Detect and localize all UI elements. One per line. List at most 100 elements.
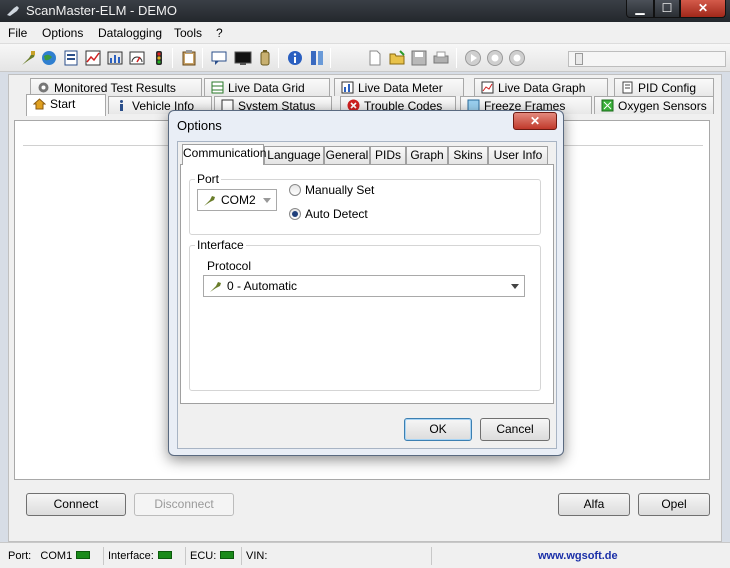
status-ecu: ECU:	[190, 547, 242, 565]
plug-icon	[204, 196, 215, 206]
window-title: ScanMaster-ELM - DEMO	[26, 3, 177, 18]
options-dialog: Options ✕ Communication Language General…	[168, 110, 564, 456]
print-icon[interactable]	[432, 49, 450, 67]
menu-tools[interactable]: Tools	[174, 26, 202, 40]
tab-label: Live Data Grid	[228, 81, 305, 95]
menu-datalogging[interactable]: Datalogging	[98, 26, 162, 40]
radio-manually-set-label: Manually Set	[305, 183, 375, 197]
toolbar	[0, 44, 730, 72]
tab-skins[interactable]: Skins	[448, 146, 488, 164]
tab-pid-config[interactable]: PID Config	[614, 78, 714, 96]
dialog-title: Options	[177, 118, 222, 133]
protocol-label: Protocol	[207, 259, 252, 273]
chat-icon[interactable]	[210, 49, 228, 67]
port-status-led	[76, 551, 91, 559]
menu-options[interactable]: Options	[42, 26, 83, 40]
window-titlebar: ScanMaster-ELM - DEMO ▁ ☐ ✕	[0, 0, 730, 22]
website-link[interactable]: www.wgsoft.de	[538, 547, 618, 565]
communication-panel: Port COM2 Manually Set Auto Detect Inter…	[180, 164, 554, 404]
info-icon	[120, 100, 123, 111]
tab-label: Live Data Graph	[498, 81, 586, 95]
dialog-close-button[interactable]: ✕	[513, 112, 557, 130]
tab-label: Start	[50, 97, 76, 111]
status-vin: VIN:	[246, 547, 432, 565]
monitor-icon[interactable]	[234, 49, 252, 67]
record-icon[interactable]	[486, 49, 504, 67]
info-icon[interactable]	[286, 49, 304, 67]
plug-icon	[210, 282, 221, 292]
globe-icon[interactable]	[40, 49, 58, 67]
interface-label: Interface:	[108, 550, 154, 562]
connect-button[interactable]: Connect	[26, 493, 126, 516]
toolbar-slider[interactable]	[568, 51, 726, 67]
gauge-icon[interactable]	[128, 49, 146, 67]
document-icon[interactable]	[62, 49, 80, 67]
protocol-combo-value: 0 - Automatic	[227, 279, 298, 293]
status-interface: Interface:	[108, 547, 186, 565]
port-combo-value: COM2	[221, 193, 256, 207]
dtc-icon[interactable]	[150, 49, 168, 67]
menu-help[interactable]: ?	[216, 26, 223, 40]
app-plug-icon	[7, 6, 19, 16]
clipboard-icon[interactable]	[180, 49, 198, 67]
radio-circle[interactable]	[289, 184, 301, 196]
grid-icon	[211, 81, 224, 94]
chart-icon	[481, 81, 494, 94]
port-combo[interactable]: COM2	[197, 189, 277, 211]
chevron-down-icon	[263, 198, 271, 203]
meter-icon	[341, 81, 354, 94]
open-folder-icon[interactable]	[388, 49, 406, 67]
tab-oxygen-sensors[interactable]: Oxygen Sensors	[594, 96, 714, 114]
connect-plug-icon[interactable]	[20, 49, 38, 67]
statusbar: Port: COM1 Interface: ECU: VIN: www.wgso…	[0, 542, 730, 568]
radio-manually-set[interactable]: Manually Set	[289, 183, 374, 197]
tab-general[interactable]: General	[324, 146, 370, 164]
database-icon[interactable]	[308, 49, 326, 67]
tab-user-info[interactable]: User Info	[488, 146, 548, 164]
chevron-down-icon	[511, 284, 519, 289]
vin-label: VIN:	[246, 550, 268, 562]
cancel-button[interactable]: Cancel	[480, 418, 550, 441]
save-icon[interactable]	[410, 49, 428, 67]
tab-pids[interactable]: PIDs	[370, 146, 406, 164]
alfa-button[interactable]: Alfa	[558, 493, 630, 516]
battery-icon[interactable]	[256, 49, 274, 67]
stop-icon[interactable]	[508, 49, 526, 67]
port-label: Port:	[8, 550, 32, 562]
tab-language[interactable]: Language	[264, 146, 324, 164]
dialog-body: Communication Language General PIDs Grap…	[177, 141, 557, 449]
opel-button[interactable]: Opel	[638, 493, 710, 516]
tab-start[interactable]: Start	[26, 94, 106, 116]
close-button[interactable]: ✕	[680, 0, 726, 18]
new-file-icon[interactable]	[366, 49, 384, 67]
ok-button[interactable]: OK	[404, 418, 472, 441]
meter-icon[interactable]	[106, 49, 124, 67]
disconnect-button[interactable]: Disconnect	[134, 493, 234, 516]
tab-communication[interactable]: Communication	[182, 144, 266, 165]
slider-thumb[interactable]	[575, 53, 583, 65]
maximize-button[interactable]: ☐	[654, 0, 680, 18]
ecu-status-led	[220, 551, 235, 559]
toolbar-separator	[172, 48, 173, 68]
tab-live-data-grid[interactable]: Live Data Grid	[204, 78, 330, 96]
tab-live-data-meter[interactable]: Live Data Meter	[334, 78, 464, 96]
toolbar-separator	[278, 48, 279, 68]
tab-label: Oxygen Sensors	[618, 99, 707, 113]
port-group-label: Port	[195, 172, 222, 186]
chart-icon[interactable]	[84, 49, 102, 67]
interface-group-label: Interface	[195, 238, 246, 252]
protocol-combo[interactable]: 0 - Automatic	[203, 275, 525, 297]
document-icon	[622, 81, 633, 94]
home-icon	[33, 98, 46, 110]
tab-graph[interactable]: Graph	[406, 146, 448, 164]
radio-circle-selected[interactable]	[289, 208, 301, 220]
menu-file[interactable]: File	[8, 26, 27, 40]
tab-label: Monitored Test Results	[54, 81, 176, 95]
gear-icon	[38, 82, 49, 93]
interface-status-led	[157, 551, 172, 559]
radio-auto-detect[interactable]: Auto Detect	[289, 207, 368, 221]
tab-live-data-graph[interactable]: Live Data Graph	[474, 78, 608, 96]
menubar: File Options Datalogging Tools ?	[0, 22, 730, 44]
play-icon[interactable]	[464, 49, 482, 67]
minimize-button[interactable]: ▁	[626, 0, 654, 18]
